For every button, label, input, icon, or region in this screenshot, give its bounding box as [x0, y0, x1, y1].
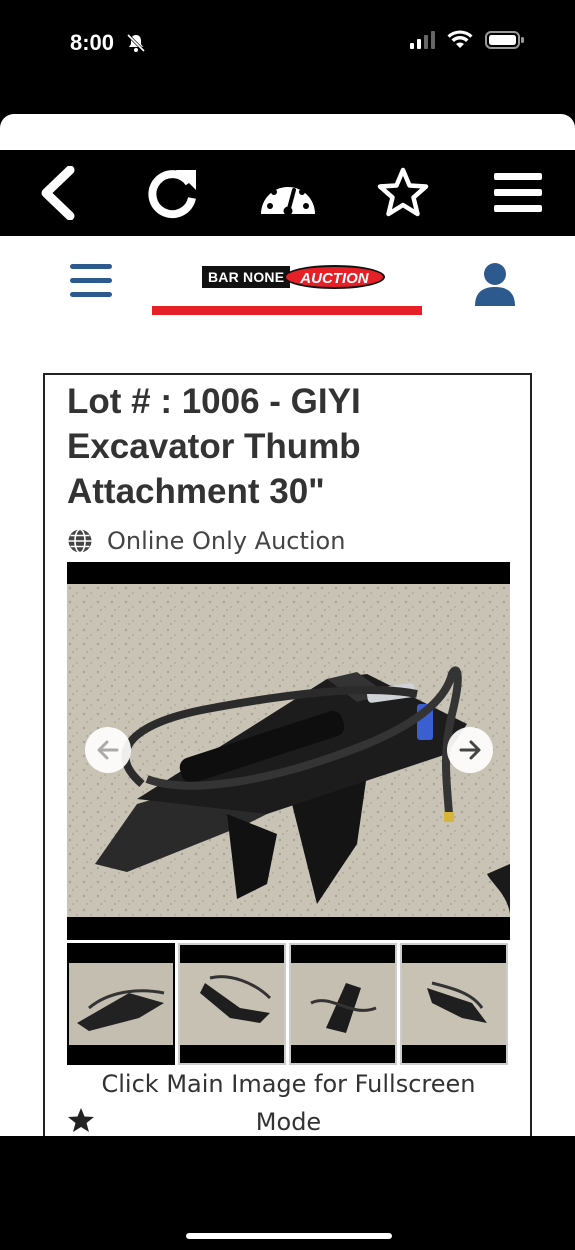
fullscreen-hint: Click Main Image for Fullscreen Mode	[101, 1070, 476, 1136]
watchlist-star-icon[interactable]	[67, 1107, 95, 1133]
arrow-right-icon	[459, 740, 481, 760]
arrow-left-icon	[97, 740, 119, 760]
thumbnail-1[interactable]	[67, 943, 175, 1065]
hamburger-icon	[493, 173, 542, 212]
status-bar: 8:00	[0, 0, 575, 115]
wifi-icon	[447, 30, 473, 48]
lot-card: Lot # : 1006 - GIYI Excavator Thumb Atta…	[43, 373, 532, 1136]
back-button[interactable]	[23, 158, 93, 228]
next-image-button[interactable]	[447, 727, 493, 773]
menu-button[interactable]	[483, 158, 553, 228]
dashboard-button[interactable]	[253, 158, 323, 228]
favorite-button[interactable]	[368, 158, 438, 228]
thumbnail-3[interactable]	[289, 943, 397, 1065]
lot-title: Lot # : 1006 - GIYI Excavator Thumb Atta…	[67, 382, 361, 511]
logo-text-left: BAR NONE	[202, 266, 291, 288]
user-account-icon[interactable]	[474, 262, 516, 306]
thumbnail-photo	[291, 963, 395, 1045]
thumbnail-photo	[180, 963, 284, 1045]
globe-icon	[68, 528, 92, 554]
main-lot-image[interactable]	[67, 562, 510, 940]
cellular-signal-icon	[410, 31, 435, 49]
home-indicator	[186, 1233, 392, 1239]
reload-button[interactable]	[138, 158, 208, 228]
browser-toolbar	[0, 150, 575, 236]
reload-icon	[147, 170, 196, 219]
thumbnail-strip	[67, 943, 510, 1067]
auction-type: Online Only Auction	[67, 527, 345, 555]
browser-sheet: BAR NONE AUCTION Lot # : 1006 - GIYI Exc…	[0, 114, 575, 1136]
status-icons	[410, 30, 525, 50]
header-accent-bar	[152, 306, 422, 315]
speedometer-icon	[260, 181, 315, 216]
bell-slash-icon	[126, 33, 146, 53]
excavator-thumb-photo	[67, 584, 510, 917]
previous-image-button[interactable]	[85, 727, 131, 773]
auction-type-label: Online Only Auction	[107, 527, 346, 555]
star-outline-icon	[377, 167, 428, 217]
thumbnail-photo	[402, 963, 506, 1045]
site-menu-icon[interactable]	[70, 264, 112, 300]
thumbnail-4[interactable]	[400, 943, 508, 1065]
logo-text-right: AUCTION	[284, 265, 385, 289]
bar-none-auction-logo[interactable]: BAR NONE AUCTION	[202, 264, 385, 290]
battery-icon	[485, 31, 524, 49]
chevron-left-icon	[41, 166, 74, 220]
thumbnail-photo	[69, 963, 173, 1045]
thumbnail-2[interactable]	[178, 943, 286, 1065]
site-header: BAR NONE AUCTION	[0, 236, 575, 326]
status-time: 8:00	[70, 30, 115, 55]
